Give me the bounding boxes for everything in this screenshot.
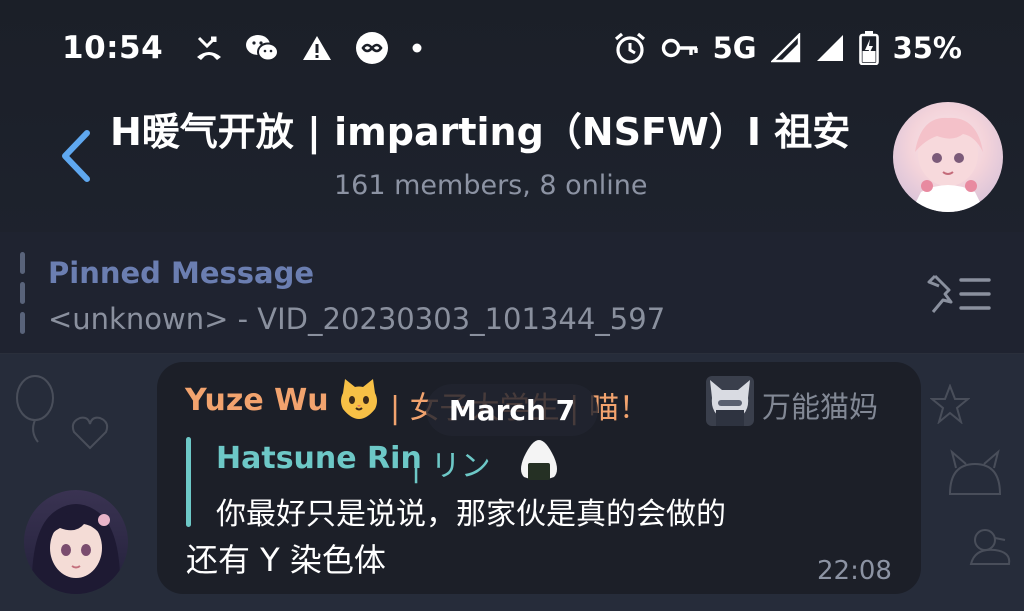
wechat-icon [245, 34, 280, 62]
chat-title-container[interactable]: H暖气开放 | imparting（NSFW）I 祖安 [110, 104, 906, 160]
cat-face-icon [337, 377, 381, 421]
dot-icon [411, 42, 423, 54]
date-separator: March 7 [426, 384, 598, 436]
network-type: 5G [712, 31, 757, 65]
rice-ball-icon [516, 437, 562, 481]
pinned-text: <unknown> - VID_20230303_101344_597 [48, 302, 666, 336]
duck-doodle-icon [969, 529, 1011, 565]
status-bar: 10:54 5G 35% [0, 0, 1024, 96]
cat-doodle-icon [948, 449, 1002, 495]
message-time: 22:08 [817, 556, 892, 586]
pinned-list-button[interactable] [925, 272, 993, 316]
back-arrow-icon [62, 130, 90, 182]
reply-sender-tag: | リン [411, 449, 491, 484]
infinity-app-icon [355, 31, 389, 65]
battery-percent: 35% [892, 31, 962, 65]
pin-list-icon [927, 274, 991, 313]
pinned-title: Pinned Message [48, 256, 315, 290]
reply-text: 你最好只是说说，那家伙是真的会做的 [216, 497, 726, 532]
member-count: 161 members, 8 online [334, 170, 648, 201]
signal-icon [815, 33, 845, 63]
admin-badge-avatar [706, 376, 754, 426]
warning-icon [301, 34, 333, 62]
group-avatar[interactable] [893, 102, 1003, 212]
status-right-icons: 5G 35% [613, 31, 962, 65]
alarm-icon [613, 31, 647, 65]
reply-quote[interactable]: Hatsune Rin | リン 你最好只是说说，那家伙是真的会做的 [186, 437, 726, 532]
reply-sender-name: Hatsune Rin [216, 441, 422, 476]
missed-call-icon [195, 35, 223, 61]
key-icon [661, 37, 699, 59]
pinned-message-bar[interactable]: Pinned Message <unknown> - VID_20230303_… [0, 232, 1024, 354]
status-left-icons [195, 31, 423, 65]
chat-screen: 10:54 5G 35% H暖气开放 | imparting（NSFW）I 祖安… [0, 0, 1024, 611]
star-doodle-icon [930, 384, 970, 424]
reply-indicator-bar [186, 437, 191, 527]
balloon-doodle-icon [16, 375, 54, 443]
sender-name[interactable]: Yuze Wu [185, 383, 329, 418]
chat-title: H暖气开放 | imparting（NSFW）I 祖安 [110, 110, 851, 154]
chat-header: H暖气开放 | imparting（NSFW）I 祖安 161 members,… [0, 96, 1024, 226]
message-text: 还有 Y 染色体 [186, 541, 386, 579]
status-time: 10:54 [62, 30, 164, 66]
signal-icon [770, 33, 801, 63]
pinned-indicator [20, 252, 25, 336]
admin-title: 万能猫妈 [762, 390, 879, 424]
back-button[interactable] [50, 126, 100, 186]
battery-charging-icon [858, 31, 879, 65]
heart-doodle-icon [71, 416, 109, 450]
sender-avatar[interactable] [24, 490, 128, 594]
